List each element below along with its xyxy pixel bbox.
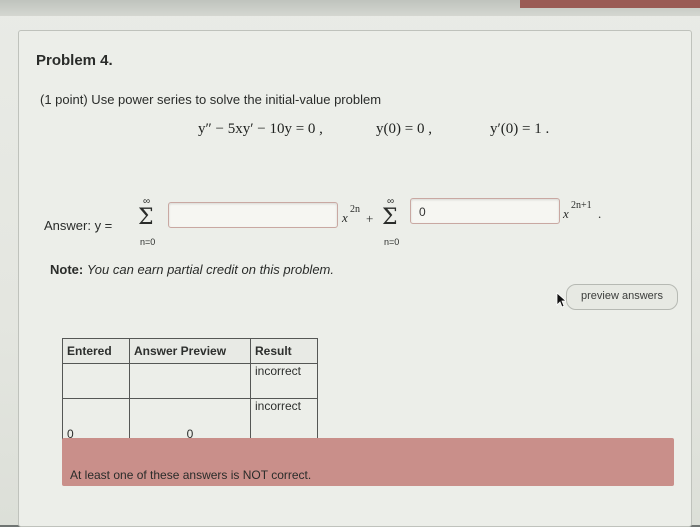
sum2-sigma-icon: Σ (382, 205, 398, 230)
note-text: You can earn partial credit on this prob… (86, 262, 334, 277)
header-answer-preview: Answer Preview (129, 338, 251, 364)
coefficient-input-even[interactable] (168, 202, 338, 228)
table-row: incorrect (62, 363, 318, 399)
term1-base: x (342, 210, 348, 225)
term2-base: x (563, 206, 569, 221)
header-entered: Entered (62, 338, 130, 364)
plus-sign: + (366, 211, 374, 226)
preview-answers-button[interactable]: preview answers (566, 284, 678, 310)
term1-exponent: 2n (350, 204, 360, 215)
table-row: 0 0 incorrect (62, 398, 318, 442)
results-table: Entered Answer Preview Result incorrect … (62, 338, 318, 442)
note: Note: You can earn partial credit on thi… (50, 262, 334, 277)
error-message: At least one of these answers is NOT cor… (70, 468, 312, 482)
differential-equation: y″ − 5xy′ − 10y = 0 , (198, 121, 323, 137)
result-cell: incorrect (250, 363, 318, 399)
top-accent-strip (520, 0, 700, 8)
term2-exponent: 2n+1 (571, 200, 592, 211)
coefficient-input-odd[interactable]: 0 (410, 198, 560, 224)
entered-cell: 0 (62, 398, 130, 442)
preview-cell (129, 363, 251, 399)
sum1-sigma-icon: Σ (138, 205, 154, 230)
initial-condition-y: y(0) = 0 , (376, 121, 432, 137)
answer-label: Answer: y = (44, 218, 113, 233)
header-result: Result (250, 338, 318, 364)
end-punctuation: . (598, 206, 602, 221)
preview-cell: 0 (129, 398, 251, 442)
note-label: Note: (50, 262, 84, 277)
sum1-lower-limit: n=0 (140, 237, 156, 247)
sum2-lower-limit: n=0 (384, 237, 400, 247)
problem-title: Problem 4. (36, 52, 113, 69)
entered-cell (62, 363, 130, 399)
result-cell: incorrect (250, 398, 318, 442)
initial-condition-yprime: y′(0) = 1 . (490, 121, 550, 137)
problem-intro: (1 point) Use power series to solve the … (40, 92, 382, 107)
